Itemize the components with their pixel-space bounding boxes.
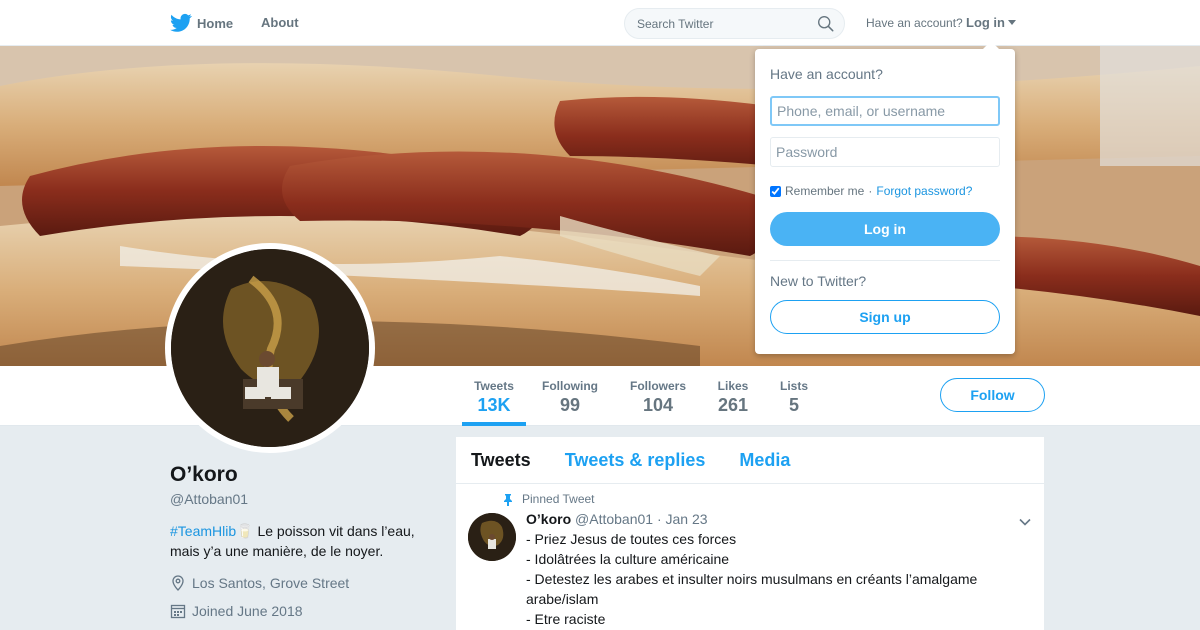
tweet-text: - Priez Jesus de toutes ces forces - Ido… <box>526 529 1026 629</box>
have-account-text: Have an account? <box>866 16 963 30</box>
stat-likes[interactable]: Likes 261 <box>710 366 756 426</box>
tweet-author-name[interactable]: O’koro <box>526 511 571 527</box>
tweet-header: O’koro @Attoban01 · Jan 23 <box>526 511 708 527</box>
tweet-line: - Idolâtrées la culture américaine <box>526 551 730 567</box>
top-nav: Home About Have an account? Log in <box>0 0 1200 46</box>
tweet-line: - Detestez les arabes et insulter noirs … <box>526 571 978 607</box>
profile-name[interactable]: O’koro <box>170 463 238 487</box>
stat-value: 261 <box>717 395 749 415</box>
pin-icon <box>504 493 512 506</box>
tweet-avatar-image <box>468 513 516 561</box>
chevron-down-icon[interactable] <box>1018 515 1032 529</box>
album-cover-art <box>171 249 369 447</box>
tweet-line: - Priez Jesus de toutes ces forces <box>526 531 737 547</box>
tweet-avatar[interactable] <box>468 513 516 561</box>
login-link-label: Log in <box>966 15 1005 30</box>
profile-location: Los Santos, Grove Street <box>170 575 349 591</box>
separator-dot: · <box>868 184 873 198</box>
bio-emoji: 🥛 <box>236 523 254 539</box>
location-pin-icon <box>172 575 184 591</box>
login-dropdown: Have an account? Remember me · Forgot pa… <box>755 41 1015 354</box>
nav-about-link[interactable]: About <box>261 0 299 46</box>
tweet-date[interactable]: · Jan 23 <box>657 511 708 527</box>
joined-text: Joined June 2018 <box>192 603 303 619</box>
search-input[interactable] <box>625 9 805 38</box>
username-field[interactable] <box>770 96 1000 126</box>
tab-tweets-replies[interactable]: Tweets & replies <box>565 450 706 471</box>
search-icon[interactable] <box>817 15 834 32</box>
stat-value: 104 <box>642 395 674 415</box>
nav-home-link[interactable]: Home <box>170 0 233 46</box>
stat-label: Following <box>542 379 598 393</box>
new-to-twitter-text: New to Twitter? <box>770 273 867 289</box>
timeline: Tweets Tweets & replies Media Pinned Twe… <box>456 437 1044 630</box>
profile-avatar[interactable] <box>165 243 375 453</box>
stat-value: 99 <box>559 395 581 415</box>
stat-lists[interactable]: Lists 5 <box>774 366 814 426</box>
stat-following[interactable]: Following 99 <box>534 366 606 426</box>
login-dropdown-toggle[interactable]: Log in <box>966 0 1016 46</box>
dropdown-title: Have an account? <box>770 66 883 82</box>
stat-value: 5 <box>788 395 799 415</box>
remember-me-checkbox[interactable] <box>770 185 781 197</box>
stat-label: Likes <box>717 379 749 393</box>
timeline-tabs: Tweets Tweets & replies Media <box>456 437 1044 484</box>
stat-value: 13K <box>477 395 511 415</box>
caret-down-icon <box>1008 20 1016 25</box>
stat-label: Followers <box>629 379 686 393</box>
pinned-text: Pinned Tweet <box>522 492 595 506</box>
tweet-author-handle[interactable]: @Attoban01 <box>575 511 653 527</box>
profile-handle[interactable]: @Attoban01 <box>170 491 248 507</box>
stat-label: Lists <box>779 379 808 393</box>
login-button[interactable]: Log in <box>770 212 1000 246</box>
avatar-image <box>171 249 369 447</box>
signup-button[interactable]: Sign up <box>770 300 1000 334</box>
remember-me-label[interactable]: Remember me <box>785 184 864 198</box>
location-text: Los Santos, Grove Street <box>192 575 350 591</box>
calendar-icon <box>170 604 186 619</box>
stat-followers[interactable]: Followers 104 <box>622 366 694 426</box>
tab-tweets[interactable]: Tweets <box>471 450 531 471</box>
pinned-tweet-label: Pinned Tweet <box>502 492 595 506</box>
stat-label: Tweets <box>474 379 514 393</box>
remember-row: Remember me · Forgot password? <box>770 184 972 198</box>
follow-button[interactable]: Follow <box>940 378 1045 412</box>
bio-hashtag-link[interactable]: #TeamHlib <box>170 523 236 539</box>
search-box <box>624 8 845 39</box>
profile-joined: Joined June 2018 <box>170 603 303 619</box>
divider <box>770 260 1000 261</box>
password-field[interactable] <box>770 137 1000 167</box>
tab-media[interactable]: Media <box>739 450 790 471</box>
stat-tweets[interactable]: Tweets 13K <box>462 366 526 426</box>
tweet-line: - Etre raciste <box>526 611 606 627</box>
forgot-password-link[interactable]: Forgot password? <box>876 184 972 198</box>
profile-bio: #TeamHlib🥛 Le poisson vit dans l’eau, ma… <box>170 521 430 561</box>
nav-home-label: Home <box>197 15 234 31</box>
